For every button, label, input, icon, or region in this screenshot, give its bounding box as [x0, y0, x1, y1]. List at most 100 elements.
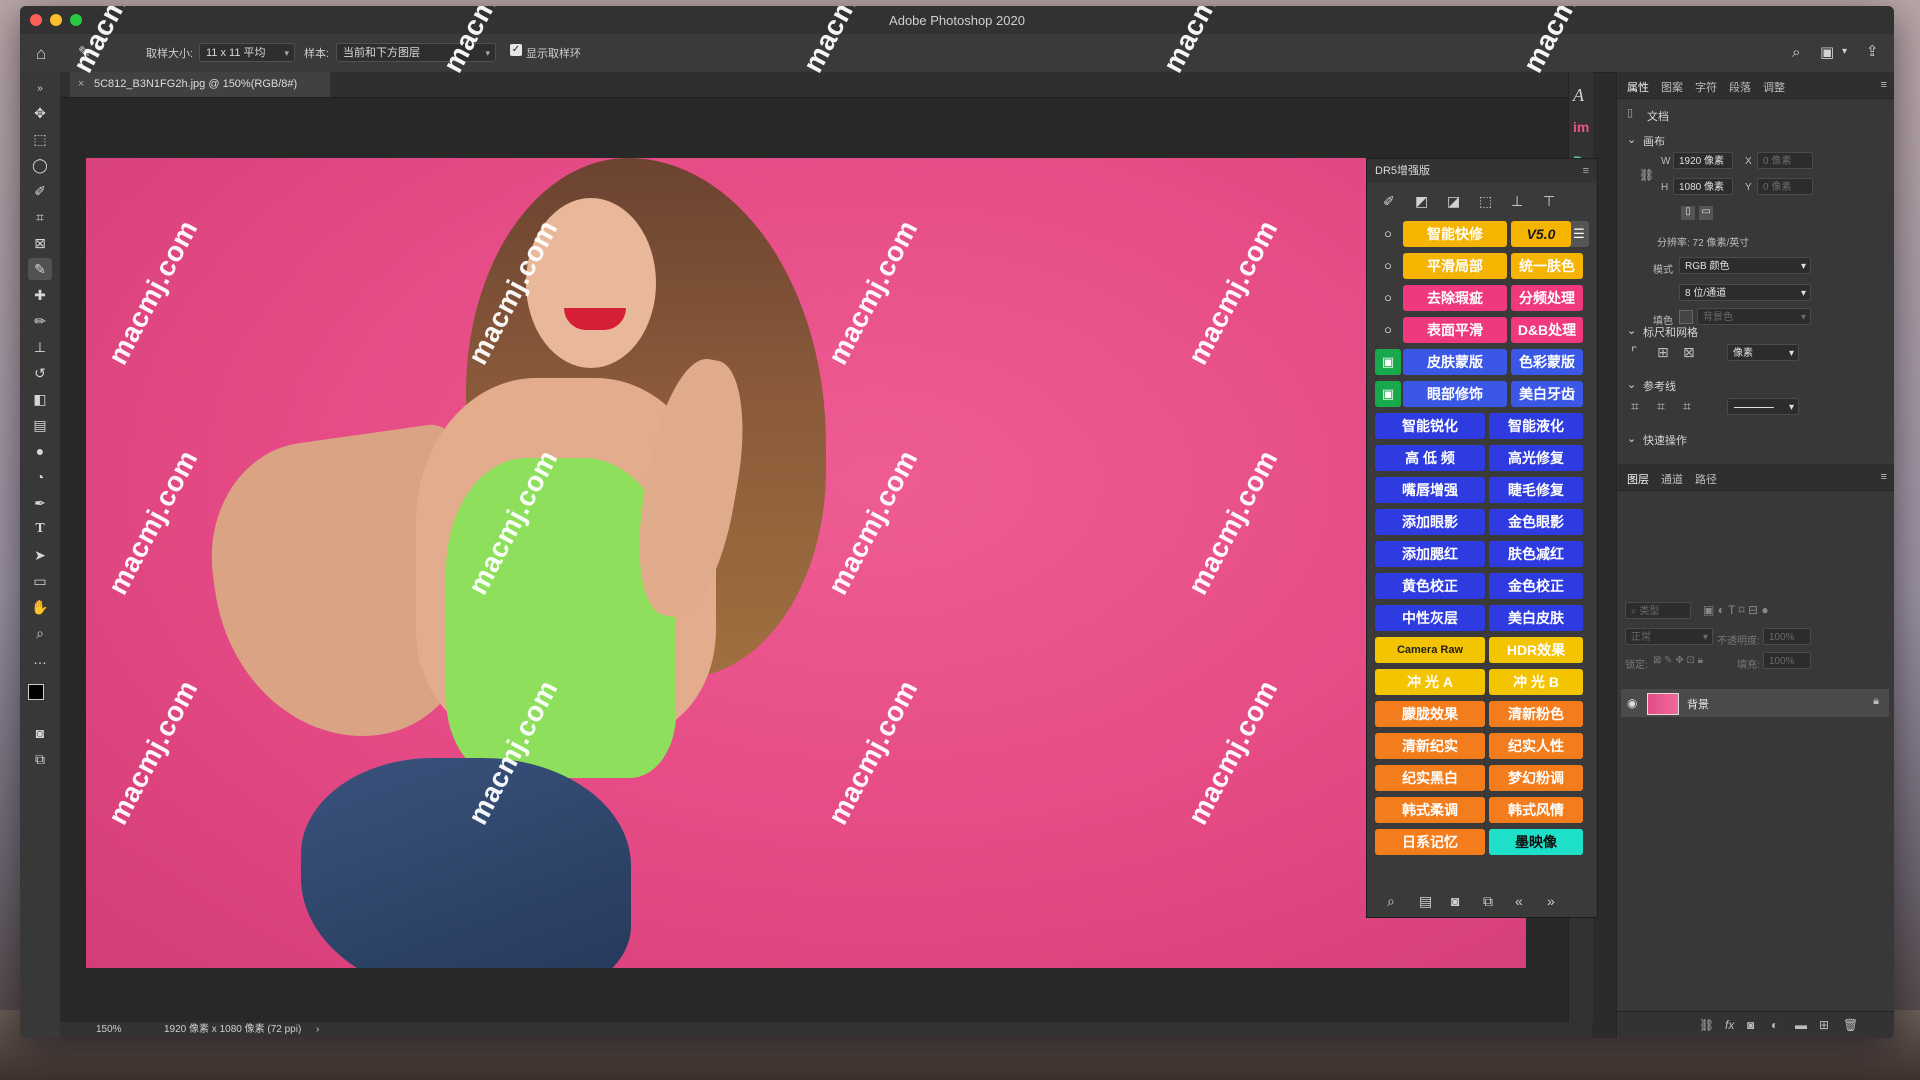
- dr5-button[interactable]: 高光修复: [1489, 445, 1583, 471]
- dr5-button[interactable]: 金色眼影: [1489, 509, 1583, 535]
- fill-color-swatch[interactable]: [1679, 310, 1693, 324]
- frame-tool-icon[interactable]: ⊠: [28, 232, 52, 254]
- dr5-row-mode-icon[interactable]: ▣: [1375, 349, 1401, 375]
- dr5-button[interactable]: D&B处理: [1511, 317, 1583, 343]
- width-field[interactable]: 1920 像素: [1673, 152, 1733, 169]
- dr5-button[interactable]: 眼部修饰: [1403, 381, 1507, 407]
- dr5-button[interactable]: 表面平滑: [1403, 317, 1507, 343]
- dr5-button[interactable]: 嘴唇增强: [1375, 477, 1485, 503]
- zoom-tool-icon[interactable]: ⌕: [28, 622, 52, 644]
- dr5-button[interactable]: 韩式风情: [1489, 797, 1583, 823]
- eye-icon[interactable]: ◉: [1627, 696, 1637, 710]
- dr5-button[interactable]: 日系记忆: [1375, 829, 1485, 855]
- lock-icons[interactable]: ⊠ ✎ ✥ ⊡ 🔒︎: [1653, 655, 1703, 666]
- tab-layers[interactable]: 图层: [1627, 471, 1649, 487]
- dr5-button[interactable]: 睫毛修复: [1489, 477, 1583, 503]
- dr5-button[interactable]: 分频处理: [1511, 285, 1583, 311]
- guide-style-select[interactable]: ▾: [1727, 398, 1799, 415]
- dr5-button[interactable]: 冲 光 A: [1375, 669, 1485, 695]
- dr5-button[interactable]: 黄色校正: [1375, 573, 1485, 599]
- dr5-button[interactable]: 去除瑕疵: [1403, 285, 1507, 311]
- camera-icon[interactable]: ◙: [1451, 893, 1459, 909]
- dr5-button[interactable]: 梦幻粉调: [1489, 765, 1583, 791]
- panel-menu-icon[interactable]: ≡: [1583, 159, 1589, 183]
- dr5-button[interactable]: 韩式柔调: [1375, 797, 1485, 823]
- history-brush-icon[interactable]: ↺: [28, 362, 52, 384]
- guides-section-toggle[interactable]: ⌄: [1627, 378, 1636, 391]
- pen-tool-icon[interactable]: ✒: [28, 492, 52, 514]
- chevron-down-icon[interactable]: ▾: [1842, 47, 1847, 57]
- home-icon[interactable]: ⌂: [36, 45, 46, 62]
- dr5-button[interactable]: 纪实黑白: [1375, 765, 1485, 791]
- guides-icon[interactable]: ⌗: [1631, 398, 1639, 415]
- rulers-section-toggle[interactable]: ⌄: [1627, 324, 1636, 337]
- x-field[interactable]: 0 像素: [1757, 152, 1813, 169]
- dr5-button[interactable]: 美白皮肤: [1489, 605, 1583, 631]
- stamp-alt-icon[interactable]: ⊤: [1543, 193, 1555, 210]
- blend-mode-select[interactable]: 正常 ▾: [1625, 628, 1713, 645]
- dr5-button[interactable]: 添加眼影: [1375, 509, 1485, 535]
- dr5-button[interactable]: HDR效果: [1489, 637, 1583, 663]
- dr5-button[interactable]: 清新纪实: [1375, 733, 1485, 759]
- zoom-level[interactable]: 150%: [96, 1022, 122, 1038]
- search-icon[interactable]: ⌕: [1387, 893, 1395, 910]
- pixel-grid-icon[interactable]: ⊠: [1683, 344, 1695, 361]
- dr5-button[interactable]: 金色校正: [1489, 573, 1583, 599]
- tab-channels[interactable]: 通道: [1661, 471, 1683, 487]
- guides-grid-icon[interactable]: ⌗: [1657, 398, 1665, 415]
- portrait-icon[interactable]: ▯: [1681, 206, 1695, 220]
- dr5-row-mode-icon[interactable]: ○: [1375, 285, 1401, 311]
- dr5-button[interactable]: 智能液化: [1489, 413, 1583, 439]
- plugin-logo-icon[interactable]: im: [1573, 120, 1589, 134]
- quick-select-tool-icon[interactable]: ✐: [28, 180, 52, 202]
- sample-size-select[interactable]: 11 x 11 平均 ▾: [199, 43, 295, 62]
- panel-menu-icon[interactable]: ≡: [1881, 471, 1887, 483]
- guides-add-icon[interactable]: ⌗: [1683, 398, 1691, 415]
- character-panel-icon[interactable]: A: [1573, 86, 1584, 104]
- fill-opacity-field[interactable]: 100%: [1763, 652, 1811, 669]
- tab-patterns[interactable]: 图案: [1661, 79, 1683, 95]
- bit-depth-select[interactable]: 8 位/通道 ▾: [1679, 284, 1811, 301]
- new-group-icon[interactable]: ▬: [1795, 1018, 1807, 1032]
- height-field[interactable]: 1080 像素: [1673, 178, 1733, 195]
- blur-tool-icon[interactable]: ●: [28, 440, 52, 462]
- dr5-button[interactable]: 墨映像: [1489, 829, 1583, 855]
- link-icon[interactable]: ⛓: [1639, 168, 1654, 182]
- trash-icon[interactable]: 🗑︎: [1843, 1018, 1858, 1032]
- ruler-icon[interactable]: ⌜: [1631, 344, 1638, 361]
- tab-character[interactable]: 字符: [1695, 79, 1717, 95]
- canvas-area[interactable]: macmj.com macmj.com macmj.com macmj.com …: [60, 98, 1592, 1022]
- dr5-button[interactable]: 平滑局部: [1403, 253, 1507, 279]
- dr5-button[interactable]: V5.0: [1511, 221, 1571, 247]
- gradient-tool-icon[interactable]: ▤: [28, 414, 52, 436]
- dr5-button[interactable]: 肤色减红: [1489, 541, 1583, 567]
- duplicate-icon[interactable]: ⧉: [1483, 893, 1493, 910]
- units-select[interactable]: 像素 ▾: [1727, 344, 1799, 361]
- show-ring-checkbox[interactable]: ✓: [510, 44, 522, 56]
- dr5-extra-icon[interactable]: ☰: [1569, 221, 1589, 247]
- hand-tool-icon[interactable]: ✋: [28, 596, 52, 618]
- lasso-tool-icon[interactable]: ◯: [28, 154, 52, 176]
- dr5-button[interactable]: 高 低 频: [1375, 445, 1485, 471]
- dr5-row-mode-icon[interactable]: ○: [1375, 253, 1401, 279]
- workspace-icon[interactable]: ▣: [1820, 45, 1834, 60]
- adjustment-layer-icon[interactable]: ◐: [1771, 1018, 1778, 1032]
- dr5-button[interactable]: 清新粉色: [1489, 701, 1583, 727]
- dr5-button[interactable]: 统一肤色: [1511, 253, 1583, 279]
- mode-select[interactable]: RGB 颜色 ▾: [1679, 257, 1811, 274]
- info-menu-arrow[interactable]: ›: [316, 1022, 319, 1038]
- document-image[interactable]: [86, 158, 1526, 968]
- dr5-row-mode-icon[interactable]: ○: [1375, 317, 1401, 343]
- quick-mask-icon[interactable]: ◙: [28, 722, 52, 744]
- canvas-section-toggle[interactable]: ⌄: [1627, 133, 1636, 146]
- document-tab[interactable]: × 5C812_B3N1FG2h.jpg @ 150%(RGB/8#): [70, 72, 330, 97]
- layer-kind-filter[interactable]: ⌕ 类型: [1625, 602, 1691, 619]
- grid-icon[interactable]: ⊞: [1657, 344, 1669, 361]
- ruler-icon[interactable]: ◪: [1447, 193, 1460, 210]
- select-icon[interactable]: ⬚: [1479, 193, 1492, 210]
- dr5-button[interactable]: 色彩蒙版: [1511, 349, 1583, 375]
- tab-paragraph[interactable]: 段落: [1729, 79, 1751, 95]
- fill-select[interactable]: 背景色 ▾: [1697, 308, 1811, 325]
- add-mask-icon[interactable]: ◙: [1747, 1018, 1754, 1032]
- rectangle-tool-icon[interactable]: ▭: [28, 570, 52, 592]
